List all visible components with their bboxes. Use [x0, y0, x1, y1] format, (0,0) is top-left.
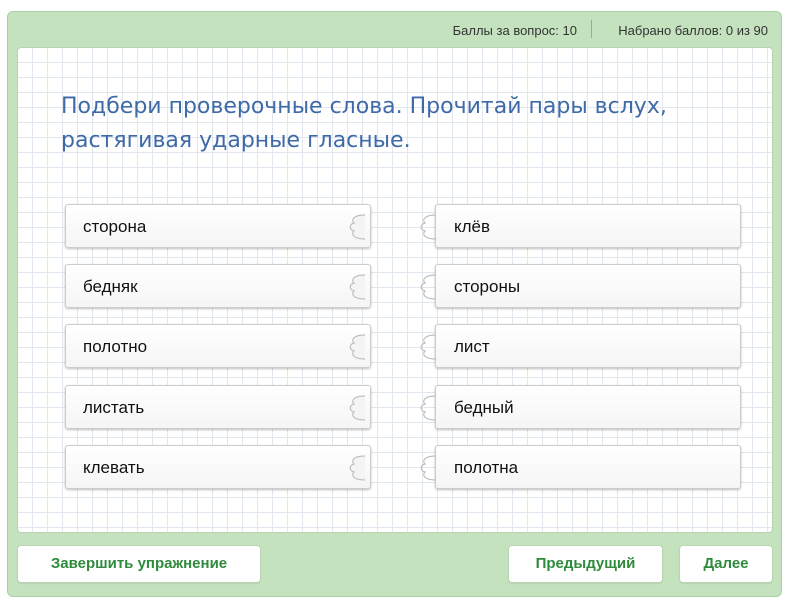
right-word-card[interactable]: бедный	[420, 385, 741, 429]
exercise-board: Подбери проверочные слова. Прочитай пары…	[17, 47, 773, 533]
puzzle-tab-icon	[420, 274, 437, 300]
points-total: Набрано баллов: 0 из 90	[618, 23, 768, 38]
puzzle-tab-icon	[420, 455, 437, 481]
left-word-card[interactable]: бедняк	[65, 264, 371, 308]
task-instruction: Подбери проверочные слова. Прочитай пары…	[61, 94, 667, 153]
score-divider	[591, 20, 592, 38]
left-word-card[interactable]: сторона	[65, 204, 371, 248]
left-word-card[interactable]: клевать	[65, 445, 371, 489]
left-word-label: полотно	[83, 337, 148, 356]
puzzle-socket-icon	[349, 274, 366, 300]
left-word-label: сторона	[83, 217, 147, 236]
left-word-card[interactable]: полотно	[65, 324, 371, 368]
right-word-label: клёв	[454, 217, 491, 236]
puzzle-socket-icon	[349, 214, 366, 240]
right-word-card[interactable]: лист	[420, 324, 741, 368]
right-word-label: полотна	[454, 458, 519, 477]
score-bar: Баллы за вопрос: 10 Набрано баллов: 0 из…	[8, 12, 781, 48]
right-word-card[interactable]: стороны	[420, 264, 741, 308]
right-word-label: бедный	[454, 398, 514, 417]
finish-exercise-button[interactable]: Завершить упражнение	[17, 545, 261, 583]
previous-button[interactable]: Предыдущий	[508, 545, 663, 583]
puzzle-socket-icon	[349, 334, 366, 360]
left-word-label: клевать	[83, 458, 145, 477]
left-word-label: бедняк	[83, 277, 138, 296]
points-per-question: Баллы за вопрос: 10	[452, 23, 577, 38]
puzzle-tab-icon	[420, 334, 437, 360]
puzzle-tab-icon	[420, 395, 437, 421]
puzzle-socket-icon	[349, 455, 366, 481]
left-word-label: листать	[83, 398, 145, 417]
puzzle-socket-icon	[349, 395, 366, 421]
left-word-card[interactable]: листать	[65, 385, 371, 429]
puzzle-tab-icon	[420, 214, 437, 240]
right-word-card[interactable]: клёв	[420, 204, 741, 248]
next-button[interactable]: Далее	[679, 545, 773, 583]
right-word-label: стороны	[454, 277, 521, 296]
exercise-frame: Баллы за вопрос: 10 Набрано баллов: 0 из…	[7, 11, 782, 597]
right-word-card[interactable]: полотна	[420, 445, 741, 489]
right-word-label: лист	[454, 337, 490, 356]
